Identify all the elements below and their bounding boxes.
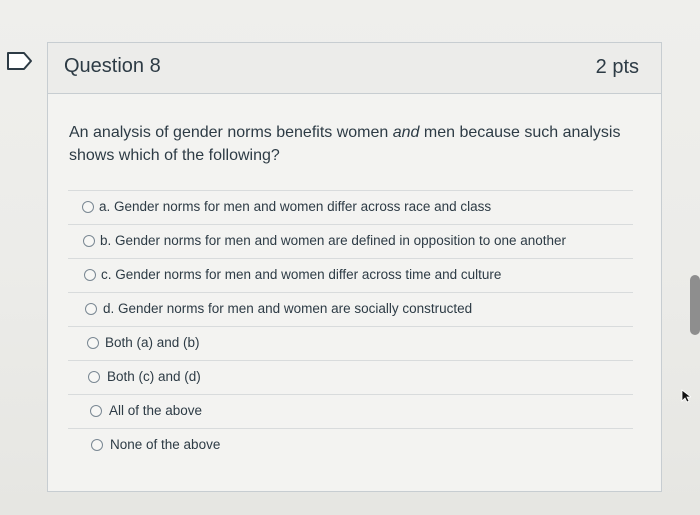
answer-option-c[interactable]: c. Gender norms for men and women differ… — [68, 258, 633, 292]
answer-label[interactable]: c. Gender norms for men and women differ… — [101, 267, 501, 282]
question-card: Question 8 2 pts An analysis of gender n… — [47, 42, 662, 492]
answer-label[interactable]: All of the above — [109, 403, 202, 418]
question-header: Question 8 2 pts — [48, 43, 661, 94]
answer-label[interactable]: b. Gender norms for men and women are de… — [100, 233, 566, 248]
answer-option-a[interactable]: a. Gender norms for men and women differ… — [68, 190, 633, 224]
answer-option-g[interactable]: All of the above — [68, 394, 633, 428]
answer-label[interactable]: Both (a) and (b) — [105, 335, 200, 350]
radio-button[interactable] — [90, 405, 102, 417]
answer-option-f[interactable]: Both (c) and (d) — [68, 360, 633, 394]
question-text: An analysis of gender norms benefits wom… — [69, 121, 629, 167]
mouse-cursor-icon — [681, 389, 691, 403]
radio-button[interactable] — [83, 235, 95, 247]
radio-button[interactable] — [91, 439, 103, 451]
radio-button[interactable] — [84, 269, 96, 281]
answer-label[interactable]: None of the above — [110, 437, 220, 452]
answer-option-e[interactable]: Both (a) and (b) — [68, 326, 633, 360]
flag-question-icon[interactable] — [6, 52, 34, 70]
question-text-part1: An analysis of gender norms benefits wom… — [69, 124, 393, 141]
question-points: 2 pts — [595, 56, 639, 78]
answer-option-h[interactable]: None of the above — [68, 428, 633, 462]
radio-button[interactable] — [88, 371, 100, 383]
question-title: Question 8 — [64, 55, 161, 77]
answer-list: a. Gender norms for men and women differ… — [68, 190, 633, 462]
answer-label[interactable]: d. Gender norms for men and women are so… — [103, 301, 472, 316]
radio-button[interactable] — [87, 337, 99, 349]
answer-option-b[interactable]: b. Gender norms for men and women are de… — [68, 224, 633, 258]
answer-label[interactable]: Both (c) and (d) — [107, 369, 201, 384]
answer-label[interactable]: a. Gender norms for men and women differ… — [99, 199, 491, 214]
answer-option-d[interactable]: d. Gender norms for men and women are so… — [68, 292, 633, 326]
scrollbar-thumb[interactable] — [690, 275, 700, 335]
question-text-emphasis: and — [392, 124, 420, 141]
radio-button[interactable] — [85, 303, 97, 315]
radio-button[interactable] — [82, 201, 94, 213]
